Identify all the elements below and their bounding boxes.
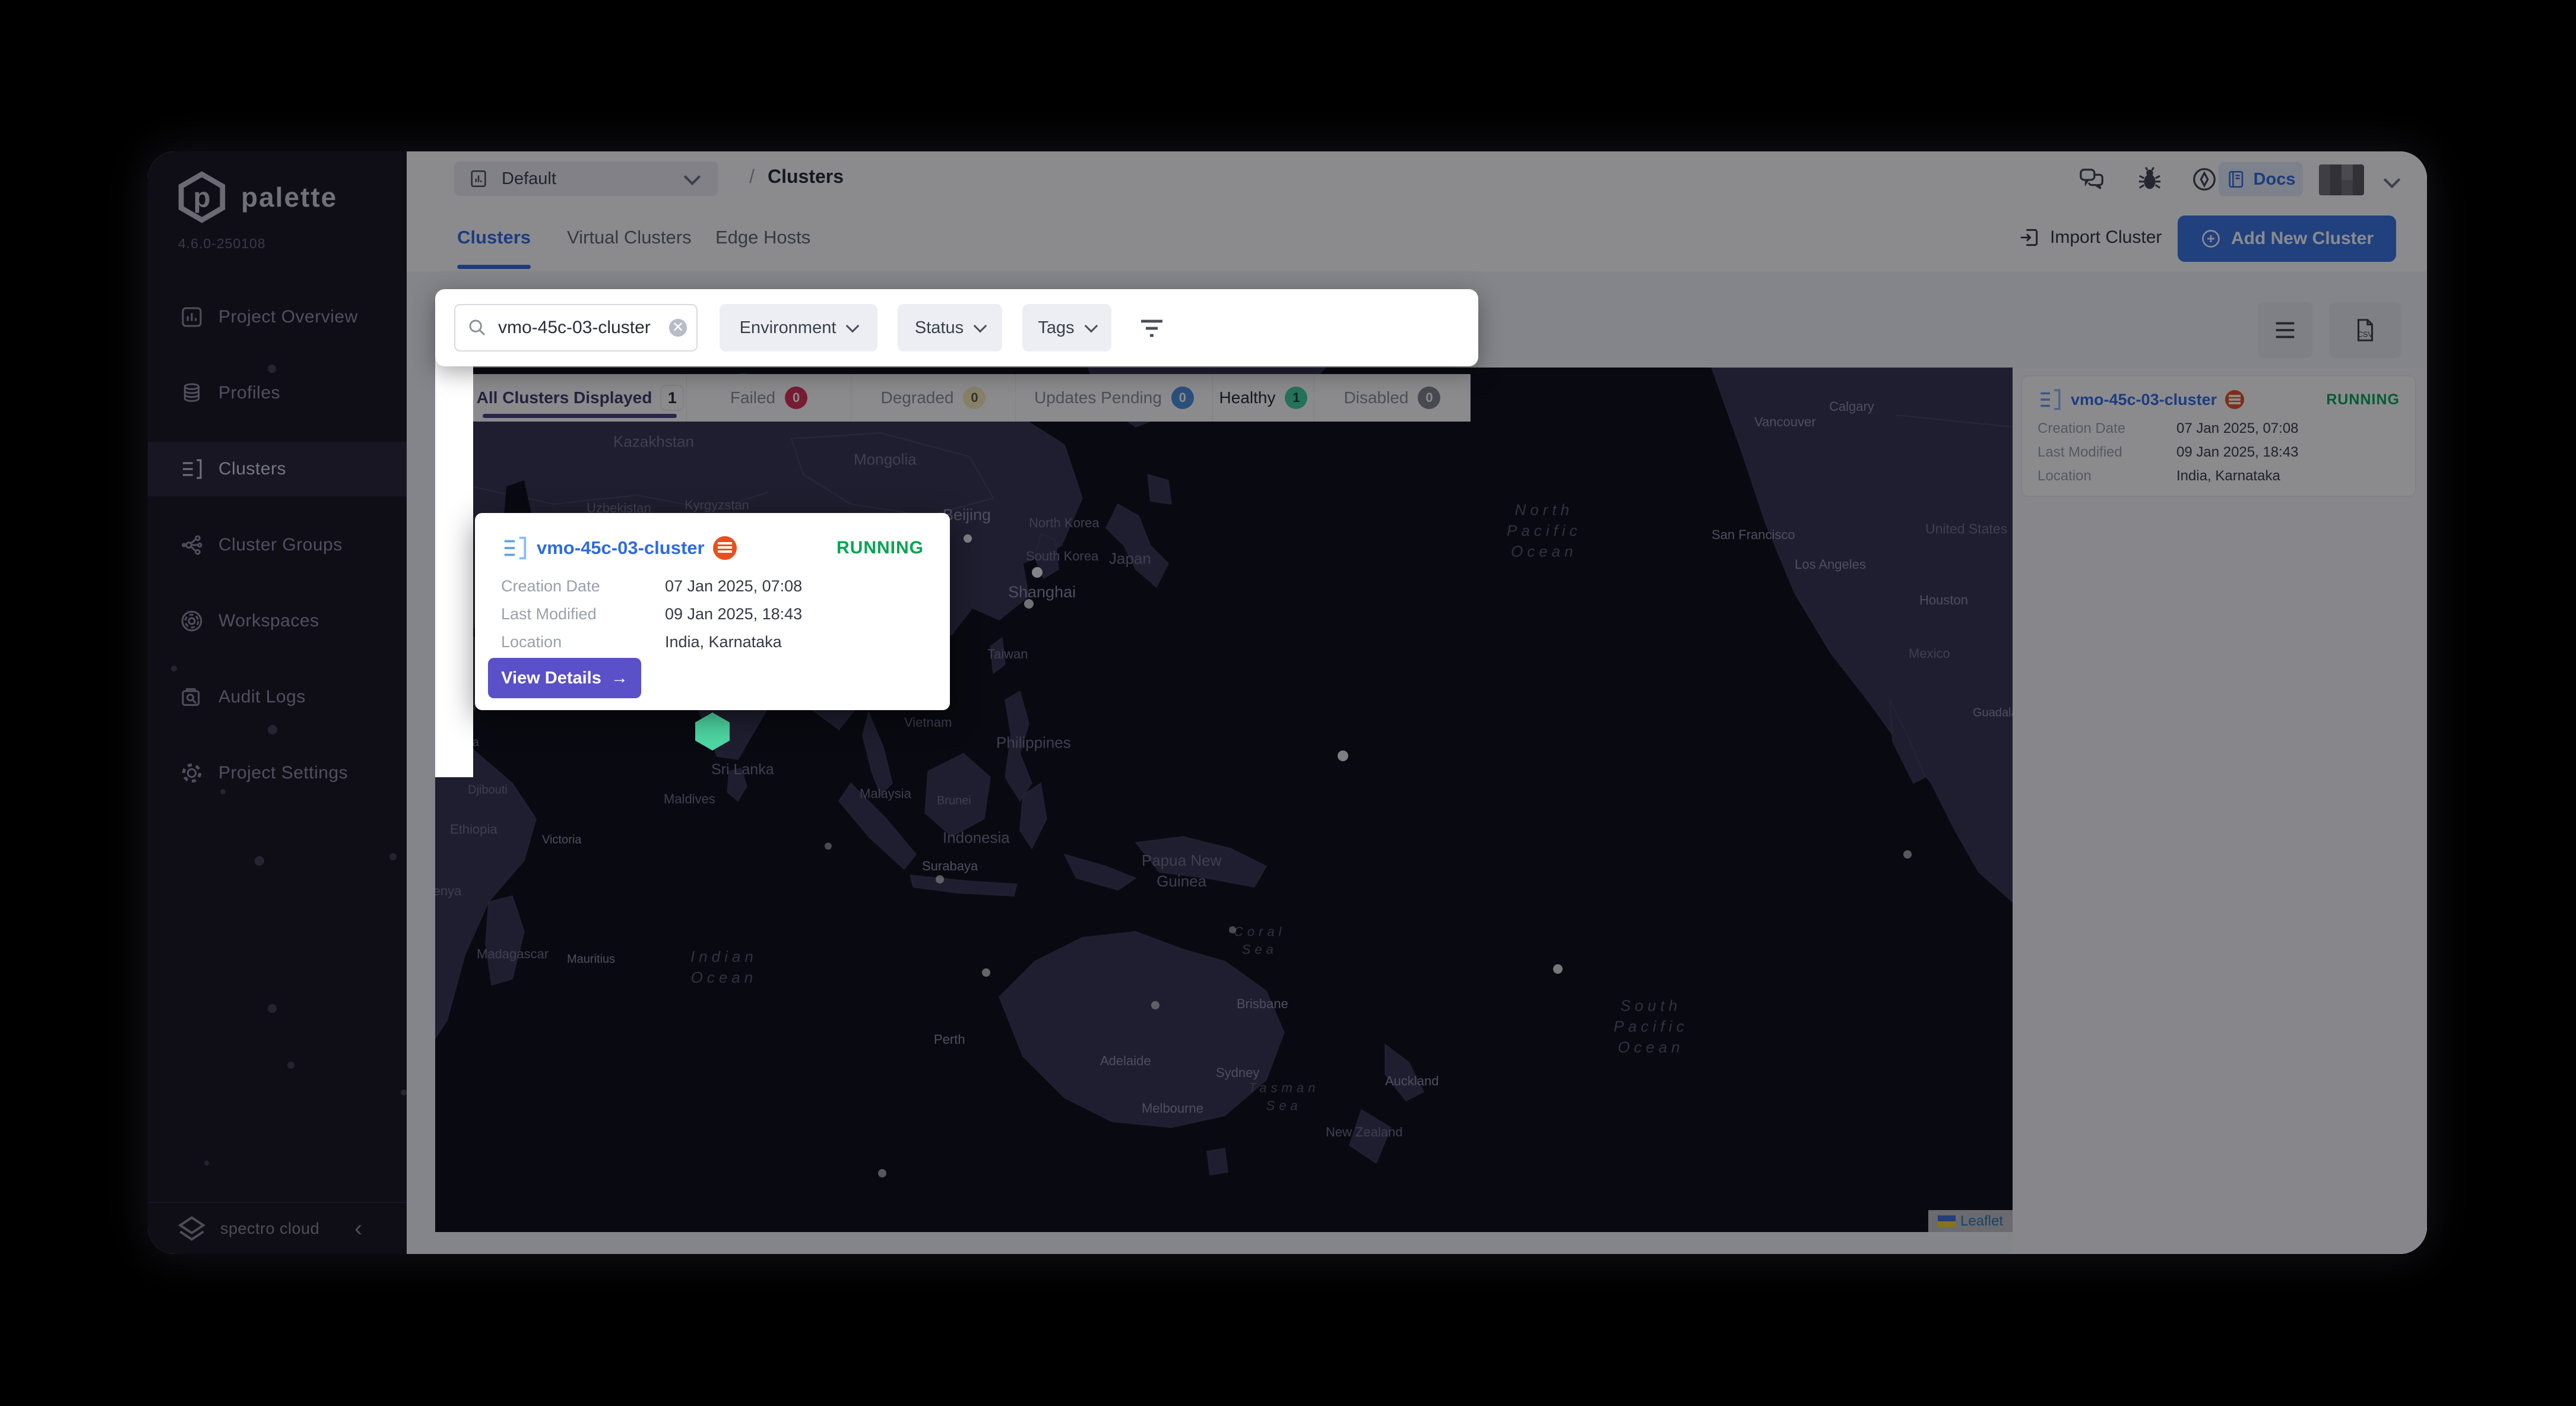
detail-label: Location (501, 633, 665, 651)
cluster-status-badge: RUNNING (837, 538, 924, 558)
cloud-type-badge-icon (713, 536, 737, 560)
cluster-search-input[interactable]: vmo-45c-03-cluster ✕ (454, 304, 698, 352)
detail-label: Last Modified (501, 605, 665, 623)
desktop-background: p palette 4.6.0-250108 Project Overview … (0, 0, 2576, 1406)
popup-details: Creation Date 07 Jan 2025, 07:08 Last Mo… (501, 577, 924, 651)
detail-row: Creation Date 07 Jan 2025, 07:08 (501, 577, 924, 596)
cluster-map-popup: vmo-45c-03-cluster RUNNING Creation Date… (475, 513, 950, 710)
detail-value: 07 Jan 2025, 07:08 (665, 577, 802, 596)
filter-dropdown[interactable]: Status (898, 304, 1002, 352)
chevron-down-icon (846, 319, 860, 333)
filter-dropdown-label: Environment (740, 318, 837, 338)
arrow-right-icon: → (611, 669, 628, 688)
search-value: vmo-45c-03-cluster (498, 318, 651, 338)
chevron-down-icon (974, 319, 987, 333)
chevron-down-icon (1084, 319, 1098, 333)
detail-label: Creation Date (501, 577, 665, 596)
cluster-name-link[interactable]: vmo-45c-03-cluster (537, 537, 705, 559)
filter-dropdown-label: Status (915, 318, 964, 338)
detail-row: Location India, Karnataka (501, 633, 924, 651)
detail-value: India, Karnataka (665, 633, 782, 651)
app-window: p palette 4.6.0-250108 Project Overview … (148, 151, 2427, 1254)
view-details-button[interactable]: View Details → (488, 658, 641, 698)
search-icon (467, 318, 487, 338)
spotlight-strip (435, 358, 473, 777)
filter-dropdown-label: Tags (1038, 318, 1074, 338)
detail-row: Last Modified 09 Jan 2025, 18:43 (501, 605, 924, 623)
view-details-label: View Details (501, 669, 601, 688)
filter-dropdown[interactable]: Environment (720, 304, 877, 352)
filter-dropdown[interactable]: Tags (1022, 304, 1111, 352)
detail-value: 09 Jan 2025, 18:43 (665, 605, 802, 623)
cluster-icon (501, 534, 528, 562)
clear-search-button[interactable]: ✕ (669, 319, 687, 337)
search-toolbar: vmo-45c-03-cluster ✕ Environment Status … (435, 289, 1478, 366)
filter-funnel-button[interactable] (1137, 316, 1167, 340)
popup-header: vmo-45c-03-cluster RUNNING (501, 534, 924, 562)
